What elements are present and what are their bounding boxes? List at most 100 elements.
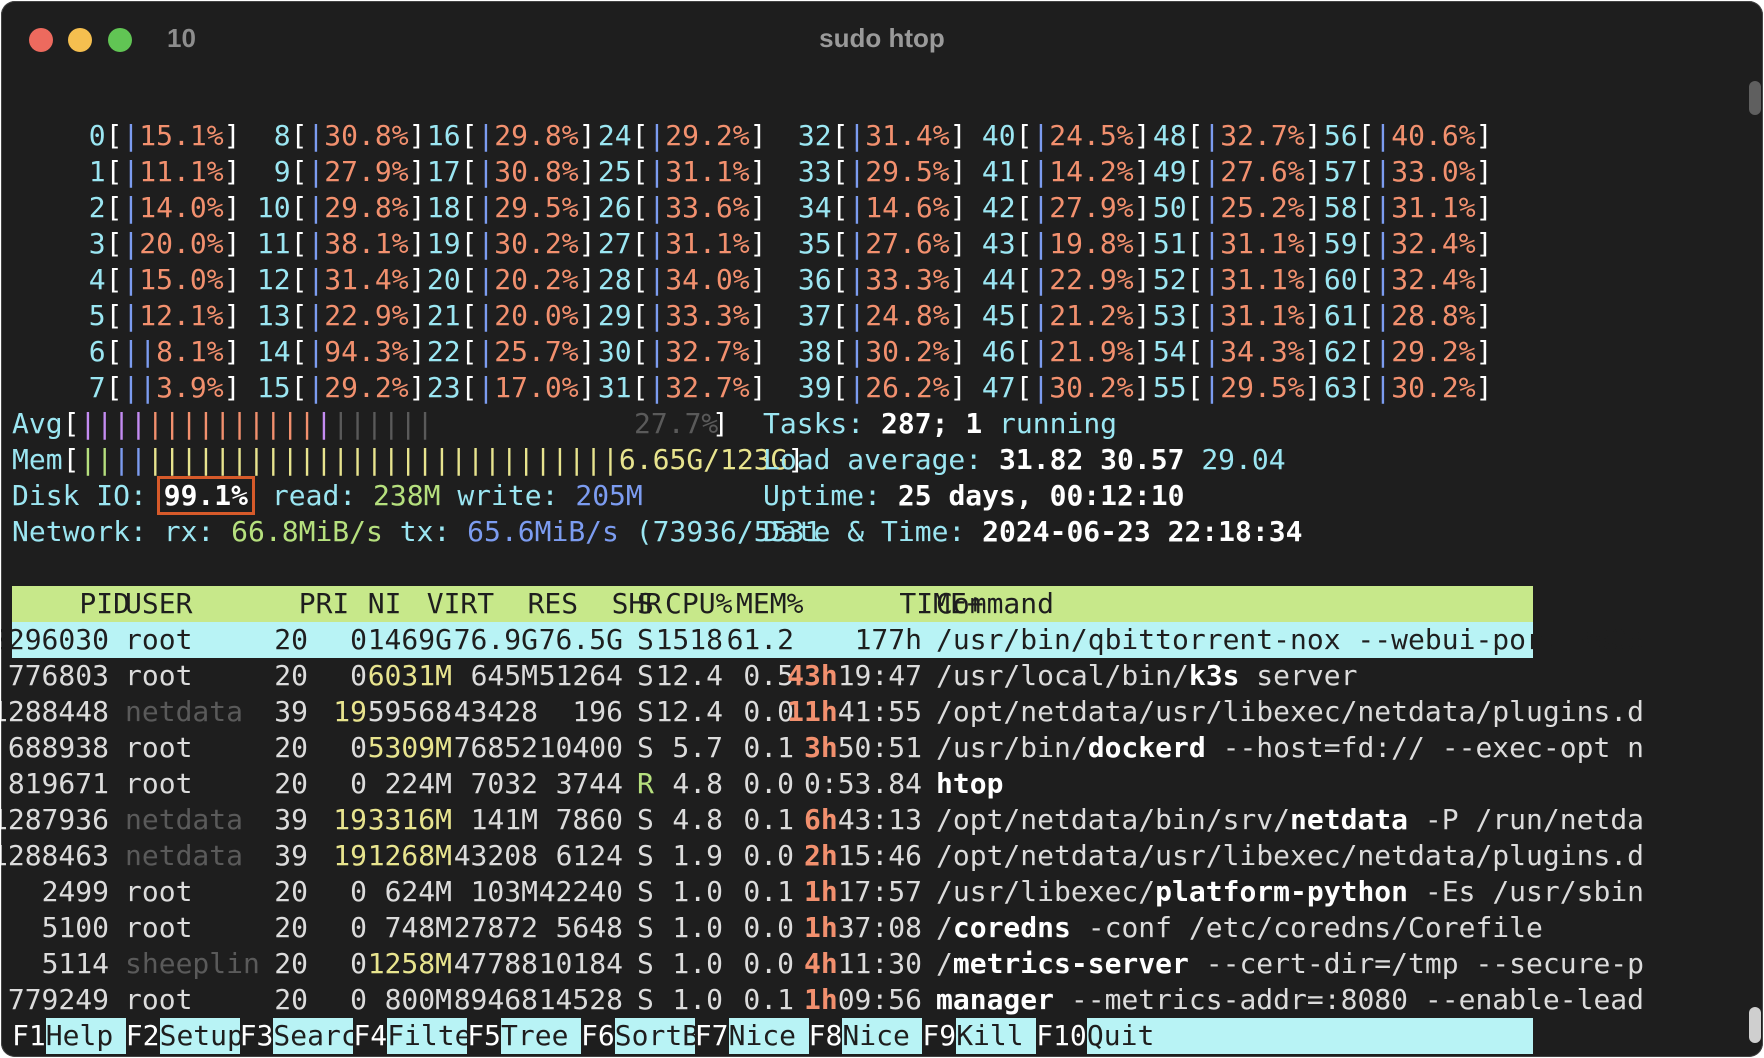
command-text: --host=fd:// --exec-opt n [1205, 731, 1645, 764]
res-cell: 76852 [453, 731, 538, 764]
state-cell: S [637, 659, 654, 692]
command-text: --cert-dir=/tmp --secure-p [1188, 947, 1645, 980]
ni-cell: 0 [350, 947, 367, 980]
table-row[interactable]: 776803 root 20 0 6031M 645M 51264 S 12.4 0.5 43h19… [8, 658, 1533, 694]
cpu-meter: 35[|27.6%] [781, 227, 967, 260]
column-header[interactable]: Command [936, 586, 1054, 622]
table-row[interactable]: 779249 root 20 0 800M 89468 14528 S 1.0 0.1 1h09:5… [8, 982, 1644, 1018]
user-cell: netdata [125, 839, 244, 872]
cpu-meter: 61[|28.8%] [1307, 299, 1493, 332]
fkey-key[interactable]: F3 [239, 1018, 274, 1054]
table-row[interactable]: 2296030 root 20 0 1469G 76.9G 76.5G S 1518 61.2 17… [1, 622, 1644, 658]
state-cell: S [637, 623, 654, 656]
state-cell: S [637, 947, 654, 980]
pid-cell: 776803 [7, 659, 109, 692]
table-header[interactable]: PID USER PRI NI VIRT RES SHR S CPU% MEM% TIM… [12, 586, 1533, 622]
virt-cell: 224M [384, 767, 452, 800]
scrollbar-top-thumb[interactable] [1749, 81, 1761, 115]
time-rest: 43:13 [837, 803, 922, 836]
pri-cell: 20 [274, 983, 308, 1016]
shr-cell: 3744 [555, 767, 623, 800]
mem-cell: 0.0 [743, 947, 794, 980]
command-name: manager [936, 983, 1055, 1016]
cpu-meter: 39[|26.2%] [781, 371, 967, 404]
cpu-meter: 53[|31.1%] [1136, 299, 1322, 332]
time-cell: 1h09:56 [804, 982, 922, 1018]
cpu-meter: 3[|20.0%] [55, 227, 241, 260]
table-row[interactable]: 5114 sheeplin 20 0 1258M 47788 10184 S 1.0 0.0 4h1… [12, 946, 1644, 982]
state-cell: S [637, 695, 654, 728]
table-row[interactable]: 819671 root 20 0 224M 7032 3744 R 4.8 0.0 0:53.84 h… [8, 766, 1533, 802]
table-row[interactable]: 1288463 netdata 39 19 1268M 43208 6124 S 1.9 0.0 2… [1, 838, 1644, 874]
cpu-meter: 44[|22.9%] [965, 263, 1151, 296]
avg-value: 27.7% [634, 407, 719, 440]
fkey-key[interactable]: F10 [1036, 1018, 1087, 1054]
pri-cell: 39 [274, 803, 308, 836]
network-row: Network: rx: 66.8MiB/s tx: 65.6MiB/s (73… [12, 514, 1533, 550]
user-cell: root [125, 731, 193, 764]
virt-cell: 5309M [367, 731, 452, 764]
column-header[interactable]: PID [12, 586, 130, 622]
cpu-meter: 57[|33.0%] [1307, 155, 1493, 188]
virt-cell: 800M [384, 983, 452, 1016]
load-1: 31.82 [999, 443, 1084, 476]
table-row[interactable]: 1287936 netdata 39 19 3316M 141M 7860 S 4.8 0.1 6h… [1, 802, 1644, 838]
fkey-key[interactable]: F1 [12, 1018, 46, 1054]
table-row[interactable]: 1288448 netdata 39 19 59568 43428 196 S 12.4 0.0 1… [1, 694, 1644, 730]
fkey-key[interactable]: F7 [694, 1018, 729, 1054]
table-row[interactable]: 5100 root 20 0 748M 27872 5648 S 1.0 0.0 1h37:08/c… [12, 910, 1543, 946]
column-header[interactable]: CPU% [665, 586, 732, 622]
res-cell: 645M [470, 659, 538, 692]
cpu-cell: 1.0 [672, 911, 723, 944]
cpu-meter: 20[|20.2%] [410, 263, 596, 296]
fkey-key[interactable]: F2 [125, 1018, 160, 1054]
time-hours: 1h [803, 875, 838, 908]
cpu-meter: 42[|27.9%] [965, 191, 1151, 224]
cpu-meter: 8[|30.8%] [240, 119, 426, 152]
column-header[interactable]: MEM% [736, 586, 803, 622]
mem-bar-green: || [79, 443, 114, 476]
command-text: /opt/netdata/bin/srv/ [936, 803, 1291, 836]
cpu-meter: 25[|31.1%] [581, 155, 767, 188]
table-row[interactable]: 688938 root 20 0 5309M 76852 10400 S 5.7 0.1 3h50:… [8, 730, 1644, 766]
cpu-meter: 34[|14.6%] [781, 191, 967, 224]
user-cell: netdata [125, 695, 244, 728]
scrollbar[interactable] [1749, 81, 1761, 1051]
ni-cell: 19 [333, 839, 367, 872]
mem-label: Mem [12, 443, 63, 476]
pri-cell: 20 [274, 911, 308, 944]
load-5: 30.57 [1100, 443, 1185, 476]
command-name: dockerd [1087, 731, 1206, 764]
cpu-meter: 2[|14.0%] [55, 191, 241, 224]
cpu-meter: 62[|29.2%] [1307, 335, 1493, 368]
cpu-meter: 19[|30.2%] [410, 227, 596, 260]
cpu-meter-row: 6[||8.1%] 14[|94.3%] 22[|25.7%] 30[|32.7… [12, 334, 1533, 370]
cpu-meter: 55[|29.5%] [1136, 371, 1322, 404]
cpu-cell: 1.0 [672, 947, 723, 980]
fkey-key[interactable]: F8 [808, 1018, 843, 1054]
time-rest: 17:57 [837, 875, 922, 908]
table-row[interactable]: 2499 root 20 0 624M 103M 42240 S 1.0 0.1 1h17:57/u… [12, 874, 1644, 910]
cpu-meter: 38[|30.2%] [781, 335, 967, 368]
cpu-cell: 1.9 [672, 839, 723, 872]
time-hours: 11h [787, 695, 838, 728]
scrollbar-thumb[interactable] [1749, 1007, 1761, 1043]
ni-cell: 0 [350, 767, 367, 800]
cpu-meter: 14[|94.3%] [240, 335, 426, 368]
fkey-key[interactable]: F6 [581, 1018, 615, 1054]
avg-bar-blue: | [315, 407, 333, 440]
fkey-quit-button[interactable]: Quit [1087, 1018, 1154, 1054]
fkey-key[interactable]: F4 [353, 1018, 388, 1054]
fkey-key[interactable]: F5 [467, 1018, 501, 1054]
cpu-meter: 21[|20.0%] [410, 299, 596, 332]
mem-cell: 61.2 [726, 623, 794, 656]
cpu-cell: 12.4 [655, 659, 723, 692]
column-header[interactable]: USER [125, 586, 277, 622]
time-rest: 177h [854, 623, 922, 656]
time-rest: 15:46 [837, 839, 922, 872]
fkey-key[interactable]: F9 [922, 1018, 957, 1054]
disk-percent-highlight: 99.1% [156, 476, 256, 515]
mem-cell: 0.0 [743, 767, 794, 800]
column-header[interactable]: NI [334, 586, 402, 622]
column-header[interactable]: S [637, 586, 654, 622]
